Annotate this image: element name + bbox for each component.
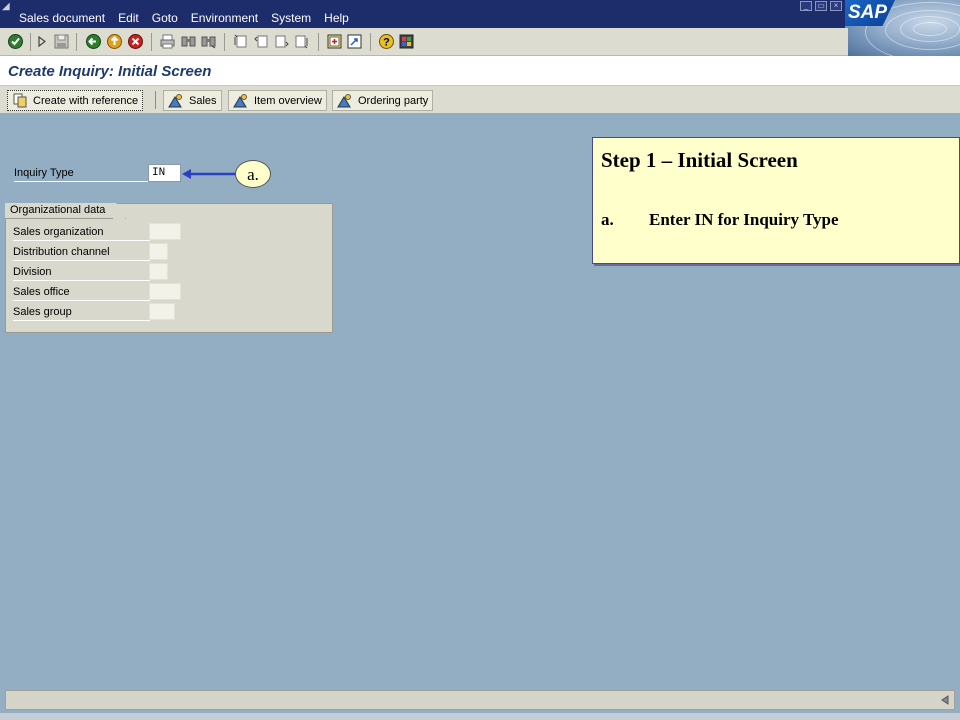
person-mountain-icon [168, 94, 182, 108]
svg-text:?: ? [383, 37, 390, 49]
back-icon[interactable] [85, 33, 102, 50]
window-bottom-edge [0, 713, 960, 720]
status-expand-icon[interactable] [940, 695, 950, 705]
sap-logo: SAP [845, 0, 960, 56]
menu-help[interactable]: Help [324, 11, 349, 25]
distribution-channel-input[interactable] [149, 243, 168, 260]
instruction-step-text: Enter IN for Inquiry Type [649, 210, 839, 229]
division-input[interactable] [149, 263, 168, 280]
item-overview-label: Item overview [254, 94, 322, 107]
status-bar [5, 690, 955, 710]
person-mountain-icon [233, 94, 247, 108]
next-page-icon[interactable] [273, 33, 290, 50]
sales-button[interactable]: Sales [163, 90, 222, 111]
sales-office-input[interactable] [149, 283, 181, 300]
sales-group-input[interactable] [149, 303, 175, 320]
previous-page-icon[interactable] [253, 33, 270, 50]
find-icon[interactable] [180, 33, 197, 50]
person-mountain-icon [337, 94, 351, 108]
enter-icon[interactable] [7, 33, 24, 50]
item-overview-button[interactable]: Item overview [228, 90, 327, 111]
menu-sales-document[interactable]: Sales document [19, 11, 105, 25]
sales-label: Sales [189, 94, 217, 107]
menu-system[interactable]: System [271, 11, 311, 25]
sales-organization-label: Sales organization [13, 224, 150, 241]
menu-items: Sales document Edit Goto Environment Sys… [19, 11, 362, 25]
system-menu-icon[interactable]: ◢ [2, 1, 14, 12]
close-window-icon[interactable]: × [830, 1, 842, 11]
first-page-icon[interactable] [232, 33, 249, 50]
create-with-reference-button[interactable]: Create with reference [7, 90, 144, 111]
last-page-icon[interactable] [293, 33, 310, 50]
cancel-icon[interactable] [127, 33, 144, 50]
application-toolbar: Create with reference Sales Item overvie… [0, 86, 960, 114]
window-controls: _ ▭ × [800, 1, 845, 11]
ordering-party-label: Ordering party [358, 94, 429, 107]
create-session-icon[interactable] [326, 33, 343, 50]
standard-toolbar: ? [0, 28, 848, 56]
inquiry-type-input[interactable]: IN [148, 164, 181, 182]
restore-icon[interactable]: ▭ [815, 1, 827, 11]
callout-marker: a. [235, 160, 271, 188]
command-field-icon[interactable] [37, 33, 47, 50]
instruction-step: a. Enter IN for Inquiry Type [601, 210, 839, 230]
sales-group-label: Sales group [13, 304, 150, 321]
instruction-heading: Step 1 – Initial Screen [601, 148, 798, 172]
exit-icon[interactable] [106, 33, 123, 50]
page-title: Create Inquiry: Initial Screen [8, 63, 212, 80]
menu-environment[interactable]: Environment [191, 11, 258, 25]
copy-document-icon [13, 93, 27, 108]
minimize-icon[interactable]: _ [800, 1, 812, 11]
print-icon[interactable] [159, 33, 176, 50]
callout-arrow [182, 169, 237, 179]
instruction-panel: Step 1 – Initial Screen a. Enter IN for … [592, 137, 960, 264]
menu-edit[interactable]: Edit [118, 11, 139, 25]
layout-icon[interactable] [398, 33, 415, 50]
title-bar: Create Inquiry: Initial Screen [0, 56, 960, 86]
sales-office-label: Sales office [13, 284, 150, 301]
find-next-icon[interactable] [200, 33, 217, 50]
division-label: Division [13, 264, 150, 281]
menu-bar: ◢ Sales document Edit Goto Environment S… [0, 0, 960, 28]
sales-organization-input[interactable] [149, 223, 181, 240]
distribution-channel-label: Distribution channel [13, 244, 150, 261]
organizational-data-tab: Organizational data [5, 203, 126, 219]
create-with-reference-label: Create with reference [33, 94, 139, 107]
help-icon[interactable]: ? [378, 33, 395, 50]
menu-goto[interactable]: Goto [152, 11, 178, 25]
shortcut-icon[interactable] [346, 33, 363, 50]
inquiry-type-label: Inquiry Type [14, 167, 148, 182]
save-icon[interactable] [53, 33, 70, 50]
ordering-party-button[interactable]: Ordering party [332, 90, 434, 111]
instruction-step-marker: a. [601, 210, 614, 229]
